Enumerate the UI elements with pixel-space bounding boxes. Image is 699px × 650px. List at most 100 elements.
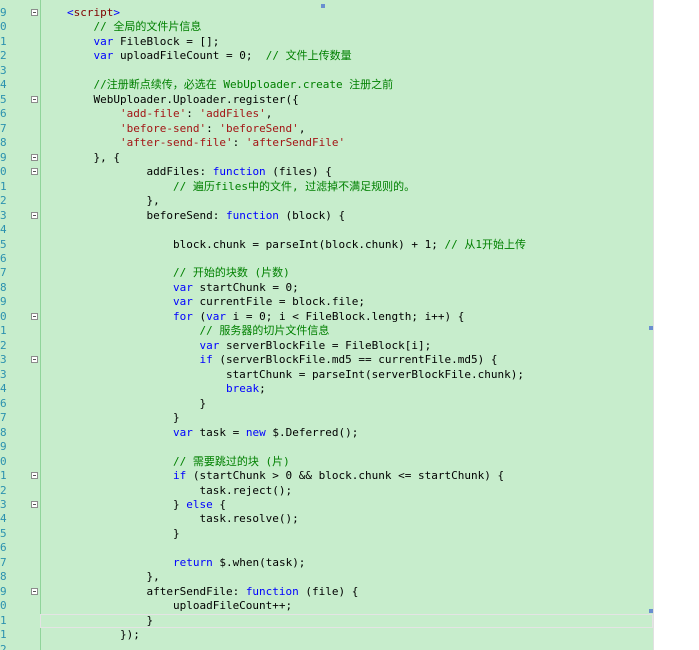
- code-line[interactable]: 5 }: [0, 527, 653, 541]
- code-line[interactable]: 3: [0, 64, 653, 78]
- code-line[interactable]: 6 'add-file': 'addFiles',: [0, 107, 653, 121]
- code-line[interactable]: 3 startChunk = parseInt(serverBlockFile.…: [0, 368, 653, 382]
- code-line[interactable]: 6: [0, 252, 653, 266]
- code-token: // 从1开始上传: [444, 237, 527, 251]
- code-token: (: [192, 309, 207, 323]
- code-line[interactable]: 8 },: [0, 570, 653, 584]
- code-text: if (serverBlockFile.md5 == currentFile.m…: [67, 353, 497, 367]
- code-token: // 需要跳过的块 (片): [67, 454, 290, 468]
- code-text: var task = new $.Deferred();: [67, 426, 358, 440]
- code-line[interactable]: 6: [0, 541, 653, 555]
- collapse-icon[interactable]: [31, 356, 38, 364]
- code-token: (file) {: [298, 584, 359, 598]
- code-line[interactable]: 0 addFiles: function (files) {: [0, 165, 653, 179]
- code-token: }: [67, 396, 207, 410]
- code-token: 'beforeSend': [219, 121, 299, 135]
- code-token: 'afterSendFile': [245, 136, 346, 150]
- collapse-icon[interactable]: [31, 500, 38, 508]
- code-token: }, {: [67, 150, 120, 164]
- code-line[interactable]: 1 // 遍历files中的文件, 过滤掉不满足规则的。: [0, 180, 653, 194]
- code-line[interactable]: 9 afterSendFile: function (file) {: [0, 585, 653, 599]
- code-line[interactable]: 2: [0, 643, 653, 650]
- code-line[interactable]: 0 // 需要跳过的块 (片): [0, 455, 653, 469]
- code-text: task.reject();: [67, 484, 292, 498]
- code-token: var: [172, 280, 193, 294]
- code-line[interactable]: 8 var startChunk = 0;: [0, 281, 653, 295]
- code-line[interactable]: 6 }: [0, 397, 653, 411]
- code-line[interactable]: 1 });: [0, 628, 653, 642]
- code-line[interactable]: 9 <script>: [0, 6, 653, 20]
- code-line[interactable]: 9 }, {: [0, 151, 653, 165]
- code-line[interactable]: 2 var serverBlockFile = FileBlock[i];: [0, 339, 653, 353]
- code-line[interactable]: 0 for (var i = 0; i < FileBlock.length; …: [0, 310, 653, 324]
- code-token: for: [172, 309, 193, 323]
- code-text: break;: [67, 382, 266, 396]
- code-token: serverBlockFile = FileBlock[i];: [219, 338, 432, 352]
- code-token: (serverBlockFile.md5 == currentFile.md5)…: [212, 353, 498, 367]
- code-token: beforeSend:: [67, 208, 226, 222]
- code-line[interactable]: 4 task.resolve();: [0, 512, 653, 526]
- collapse-icon[interactable]: [31, 168, 38, 176]
- collapse-icon[interactable]: [31, 9, 38, 16]
- code-token: addFiles:: [67, 165, 213, 179]
- collapse-icon[interactable]: [31, 153, 38, 161]
- code-line[interactable]: 4: [0, 223, 653, 237]
- collapse-icon[interactable]: [31, 95, 38, 103]
- collapse-icon[interactable]: [31, 587, 38, 595]
- code-line[interactable]: 7 // 开始的块数 (片数): [0, 266, 653, 280]
- code-token: script: [73, 6, 114, 19]
- code-token: {: [212, 497, 226, 511]
- code-text: 'after-send-file': 'afterSendFile': [67, 136, 345, 150]
- code-line[interactable]: 1 var FileBlock = [];: [0, 35, 653, 49]
- code-line[interactable]: 7 'before-send': 'beforeSend',: [0, 122, 653, 136]
- collapse-icon[interactable]: [31, 312, 38, 320]
- code-line[interactable]: 2 task.reject();: [0, 484, 653, 498]
- code-token: var: [172, 295, 193, 309]
- line-number: 5: [0, 526, 7, 540]
- code-token: startChunk = 0;: [192, 280, 299, 294]
- code-line[interactable]: 0 // 全局的文件片信息: [0, 20, 653, 34]
- scroll-marker-bottom: [649, 609, 653, 613]
- code-line[interactable]: 9: [0, 440, 653, 454]
- code-line[interactable]: 1 // 服务器的切片文件信息: [0, 324, 653, 338]
- code-line[interactable]: 0 uploadFileCount++;: [0, 599, 653, 613]
- line-number: 9: [0, 295, 7, 309]
- code-line[interactable]: 4 //注册断点续传，必选在 WebUploader.create 注册之前: [0, 78, 653, 92]
- code-token: }: [67, 526, 180, 540]
- code-line[interactable]: 3 } else {: [0, 498, 653, 512]
- code-line[interactable]: 5 WebUploader.Uploader.register({: [0, 93, 653, 107]
- line-number: 8: [0, 136, 7, 150]
- code-line[interactable]: 3 if (serverBlockFile.md5 == currentFile…: [0, 353, 653, 367]
- line-number: 9: [0, 6, 7, 19]
- code-line[interactable]: 5 block.chunk = parseInt(block.chunk) + …: [0, 238, 653, 252]
- code-line[interactable]: 8 var task = new $.Deferred();: [0, 426, 653, 440]
- code-line[interactable]: 4 break;: [0, 382, 653, 396]
- code-text: var serverBlockFile = FileBlock[i];: [67, 339, 431, 353]
- code-token: startChunk = parseInt(serverBlockFile.ch…: [67, 367, 524, 381]
- line-number: 1: [0, 469, 7, 483]
- code-line[interactable]: 1 if (startChunk > 0 && block.chunk <= s…: [0, 469, 653, 483]
- collapse-icon[interactable]: [31, 472, 38, 480]
- code-text: }: [67, 527, 180, 541]
- code-line[interactable]: 2 var uploadFileCount = 0; // 文件上传数量: [0, 49, 653, 63]
- code-line[interactable]: 8 'after-send-file': 'afterSendFile': [0, 136, 653, 150]
- vertical-scrollbar[interactable]: [653, 0, 654, 650]
- collapse-icon[interactable]: [31, 211, 38, 219]
- code-line[interactable]: 9 var currentFile = block.file;: [0, 295, 653, 309]
- code-text: } else {: [67, 498, 226, 512]
- code-token: 'before-send': [119, 121, 207, 135]
- code-editor[interactable]: 9 <script> 0 // 全局的文件片信息 1 var FileBlock = …: [0, 0, 653, 650]
- code-line[interactable]: 7 return $.when(task);: [0, 556, 653, 570]
- code-text: var startChunk = 0;: [67, 281, 299, 295]
- code-token: ;: [259, 382, 266, 396]
- code-line[interactable]: 3 beforeSend: function (block) {: [0, 209, 653, 223]
- code-line[interactable]: 2 },: [0, 194, 653, 208]
- code-line[interactable]: 7 }: [0, 411, 653, 425]
- code-text: startChunk = parseInt(serverBlockFile.ch…: [67, 368, 524, 382]
